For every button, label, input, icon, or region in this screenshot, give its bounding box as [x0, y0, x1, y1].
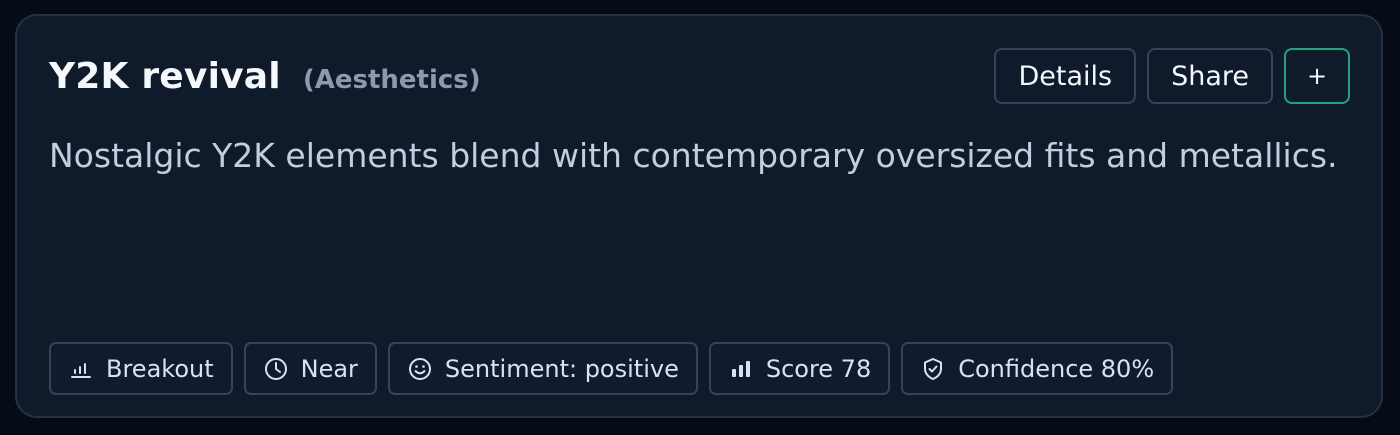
- trend-chips: Breakout Near Sentiment: positive Score …: [49, 342, 1174, 395]
- shield-check-icon: [920, 356, 946, 382]
- trend-title: Y2K revival: [49, 56, 281, 97]
- chip-confidence[interactable]: Confidence 80%: [901, 342, 1174, 395]
- chip-breakout[interactable]: Breakout: [49, 342, 233, 395]
- bar-chart-filled-icon: [728, 356, 754, 382]
- chip-label: Score 78: [765, 354, 872, 383]
- trend-description: Nostalgic Y2K elements blend with contem…: [49, 136, 1338, 175]
- chip-label: Confidence 80%: [958, 354, 1155, 383]
- chip-label: Sentiment: positive: [444, 354, 679, 383]
- chip-label: Near: [300, 354, 358, 383]
- clock-icon: [263, 356, 289, 382]
- chip-score[interactable]: Score 78: [708, 342, 891, 395]
- chip-sentiment[interactable]: Sentiment: positive: [387, 342, 698, 395]
- trend-card: Y2K revival (Aesthetics) Details Share +…: [15, 14, 1383, 418]
- trend-category: (Aesthetics): [302, 65, 481, 95]
- card-actions: Details Share +: [994, 48, 1350, 104]
- title-row: Y2K revival (Aesthetics): [49, 56, 481, 97]
- share-button[interactable]: Share: [1147, 48, 1273, 104]
- bar-chart-icon: [68, 356, 94, 382]
- add-button[interactable]: +: [1284, 48, 1350, 104]
- details-button[interactable]: Details: [994, 48, 1137, 104]
- chip-near[interactable]: Near: [243, 342, 377, 395]
- chip-label: Breakout: [106, 354, 214, 383]
- smiley-icon: [407, 356, 433, 382]
